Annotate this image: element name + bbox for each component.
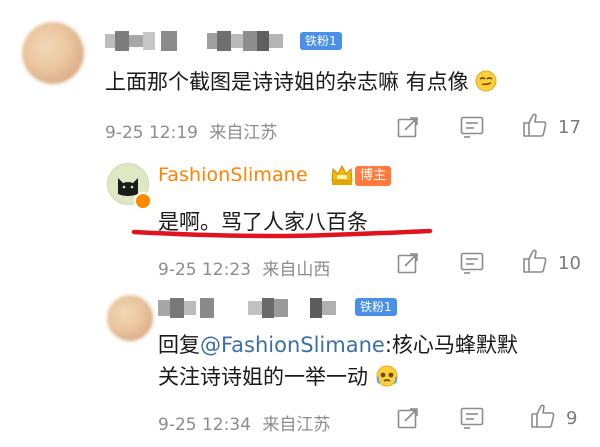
thumbs-up-icon [531, 404, 555, 428]
comment-item: FashionSlimane 博主 是啊。骂了人家八百条 9-25 12:23 … [0, 145, 600, 285]
share-button[interactable] [396, 115, 420, 139]
share-icon [397, 253, 418, 274]
comment-icon [460, 116, 484, 138]
comment-meta: 9-25 12:19 来自江苏 [105, 118, 277, 143]
host-badge: 博主 [355, 166, 392, 186]
share-button[interactable] [396, 406, 420, 430]
comment-button[interactable] [460, 116, 484, 138]
avatar[interactable] [22, 22, 84, 84]
like-button[interactable] [522, 248, 548, 274]
comment-item: 铁粉1 上面那个截图是诗诗姐的杂志嘛 有点像 9-25 12:19 来自江苏 1… [0, 0, 600, 145]
like-button[interactable] [522, 112, 548, 138]
mention-link[interactable]: @FashionSlimane [200, 333, 385, 357]
like-count: 17 [558, 117, 581, 138]
username-pixelated[interactable] [158, 297, 336, 319]
comment-time: 9-25 12:23 [158, 260, 251, 280]
crown-icon [329, 161, 355, 191]
comment-meta: 9-25 12:34 来自江苏 [158, 410, 330, 435]
comment-icon [460, 252, 484, 274]
like-button[interactable] [530, 403, 556, 429]
reply-text-line-1: 回复@FashionSlimane:核心马蜂默默 [158, 333, 518, 357]
red-underline-annotation [131, 228, 433, 239]
reply-prefix: 回复 [158, 333, 200, 357]
username-pixelated[interactable] [105, 30, 283, 52]
thumbs-up-icon [523, 249, 547, 273]
comment-location: 来自山西 [262, 260, 331, 280]
comment-text: 上面那个截图是诗诗姐的杂志嘛 有点像 [105, 66, 497, 97]
comment-location: 来自江苏 [209, 123, 278, 143]
fan-badge: 铁粉1 [355, 298, 397, 316]
verified-badge-icon [134, 192, 152, 210]
username[interactable]: FashionSlimane [158, 164, 308, 186]
like-count: 9 [566, 408, 578, 429]
smirk-emoji-icon [475, 70, 497, 97]
comment-time: 9-25 12:19 [105, 123, 198, 143]
tearful-emoji-icon [375, 365, 399, 392]
share-icon [397, 408, 418, 429]
comment-item: 铁粉1 回复@FashionSlimane:核心马蜂默默 关注诗诗姐的一举一动 … [0, 285, 600, 447]
fan-badge: 铁粉1 [300, 32, 342, 50]
comment-time: 9-25 12:34 [158, 415, 251, 435]
comment-meta: 9-25 12:23 来自山西 [158, 255, 330, 280]
thumbs-up-icon [523, 113, 547, 137]
share-button[interactable] [396, 251, 420, 275]
share-icon [397, 117, 418, 138]
like-count: 10 [558, 253, 581, 274]
comment-icon [460, 407, 484, 429]
comment-button[interactable] [460, 407, 484, 429]
avatar[interactable] [107, 295, 153, 341]
comment-button[interactable] [460, 252, 484, 274]
reply-text-line-2: 关注诗诗姐的一举一动 [158, 361, 399, 392]
comment-location: 来自江苏 [262, 415, 331, 435]
